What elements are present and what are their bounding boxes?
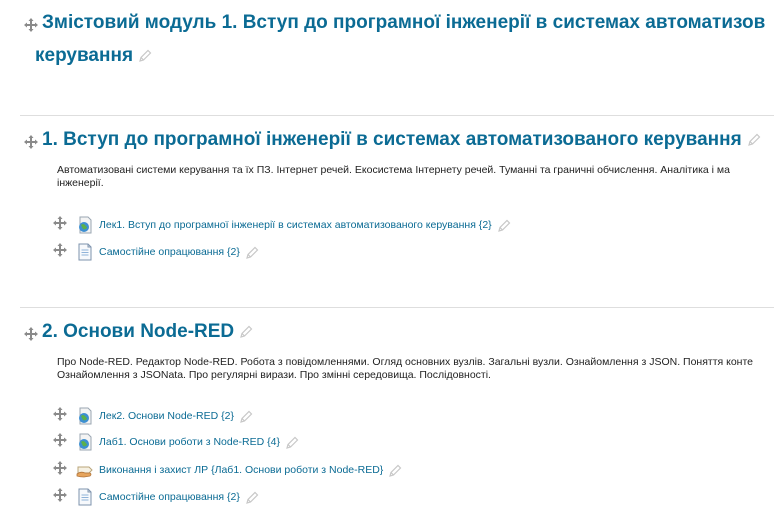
activity-item[interactable]: Лаб1. Основи роботи з Node-RED {4} (76, 432, 299, 452)
move-icon[interactable] (53, 433, 67, 447)
section-divider (20, 115, 774, 116)
section-title-text: 2. Основи Node-RED (42, 321, 235, 342)
activity-link[interactable]: Самостійне опрацювання {2} (99, 491, 240, 503)
move-icon[interactable] (53, 488, 67, 502)
edit-pencil-icon[interactable] (245, 246, 259, 259)
edit-pencil-icon[interactable] (497, 219, 511, 232)
move-icon[interactable] (53, 216, 67, 230)
activity-item[interactable]: Лек2. Основи Node-RED {2} (76, 406, 253, 426)
activity-item[interactable]: Виконання і захист ЛР {Лаб1. Основи робо… (76, 460, 402, 480)
section-title-text: 1. Вступ до програмної інженерії в систе… (42, 129, 742, 150)
page-icon (76, 243, 94, 261)
globe-icon (76, 216, 94, 234)
page-icon (76, 488, 94, 506)
activity-item[interactable]: Самостійне опрацювання {2} (76, 487, 259, 507)
edit-pencil-icon[interactable] (389, 464, 402, 477)
move-icon[interactable] (24, 18, 38, 32)
assignment-hand-icon (76, 461, 94, 479)
section-summary-line1: Автоматизовані системи керування та їх П… (57, 164, 730, 176)
activity-item[interactable]: Лек1. Вступ до програмної інженерії в си… (76, 215, 511, 235)
globe-icon (76, 433, 94, 451)
globe-icon (76, 407, 94, 425)
edit-pencil-icon[interactable] (747, 133, 761, 147)
module-title-line1: Змістовий модуль 1. Вступ до програмної … (42, 12, 766, 33)
section-summary-line2: інженерії. (57, 177, 104, 189)
edit-pencil-icon[interactable] (240, 325, 253, 339)
section-summary-line2: Ознайомлення з JSONata. Про регулярні ви… (57, 369, 491, 381)
module-title-line2-text: керування (35, 45, 134, 66)
activity-link[interactable]: Лек1. Вступ до програмної інженерії в си… (99, 219, 492, 231)
move-icon[interactable] (53, 461, 67, 475)
activity-link[interactable]: Лаб1. Основи роботи з Node-RED {4} (99, 436, 280, 448)
activity-link[interactable]: Лек2. Основи Node-RED {2} (99, 410, 234, 422)
move-icon[interactable] (24, 327, 38, 341)
move-icon[interactable] (24, 135, 38, 149)
edit-pencil-icon[interactable] (286, 436, 299, 449)
edit-pencil-icon[interactable] (245, 491, 259, 504)
move-icon[interactable] (53, 243, 67, 257)
section-title: 1. Вступ до програмної інженерії в систе… (42, 129, 761, 151)
edit-pencil-icon[interactable] (240, 410, 253, 423)
section-summary-line1: Про Node-RED. Редактор Node-RED. Робота … (57, 356, 753, 368)
activity-link[interactable]: Виконання і захист ЛР {Лаб1. Основи робо… (99, 464, 383, 476)
edit-pencil-icon[interactable] (139, 49, 152, 63)
move-icon[interactable] (53, 407, 67, 421)
section-title: 2. Основи Node-RED (42, 321, 253, 343)
section-divider (20, 307, 774, 308)
activity-link[interactable]: Самостійне опрацювання {2} (99, 246, 240, 258)
module-title-line2: керування (35, 45, 152, 67)
activity-item[interactable]: Самостійне опрацювання {2} (76, 242, 259, 262)
